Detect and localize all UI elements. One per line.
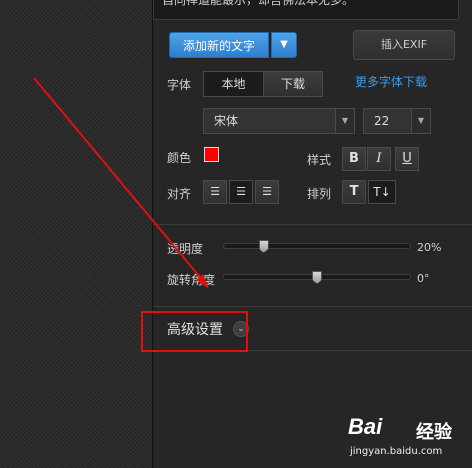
watermark-logo: Bai 经验 jingyan.baidu.com <box>340 410 470 466</box>
watermark-url: jingyan.baidu.com <box>350 446 443 457</box>
watermark-brand: Bai <box>348 414 383 439</box>
annotation-arrow <box>33 77 209 289</box>
watermark-brand-2: 经验 <box>416 422 452 443</box>
